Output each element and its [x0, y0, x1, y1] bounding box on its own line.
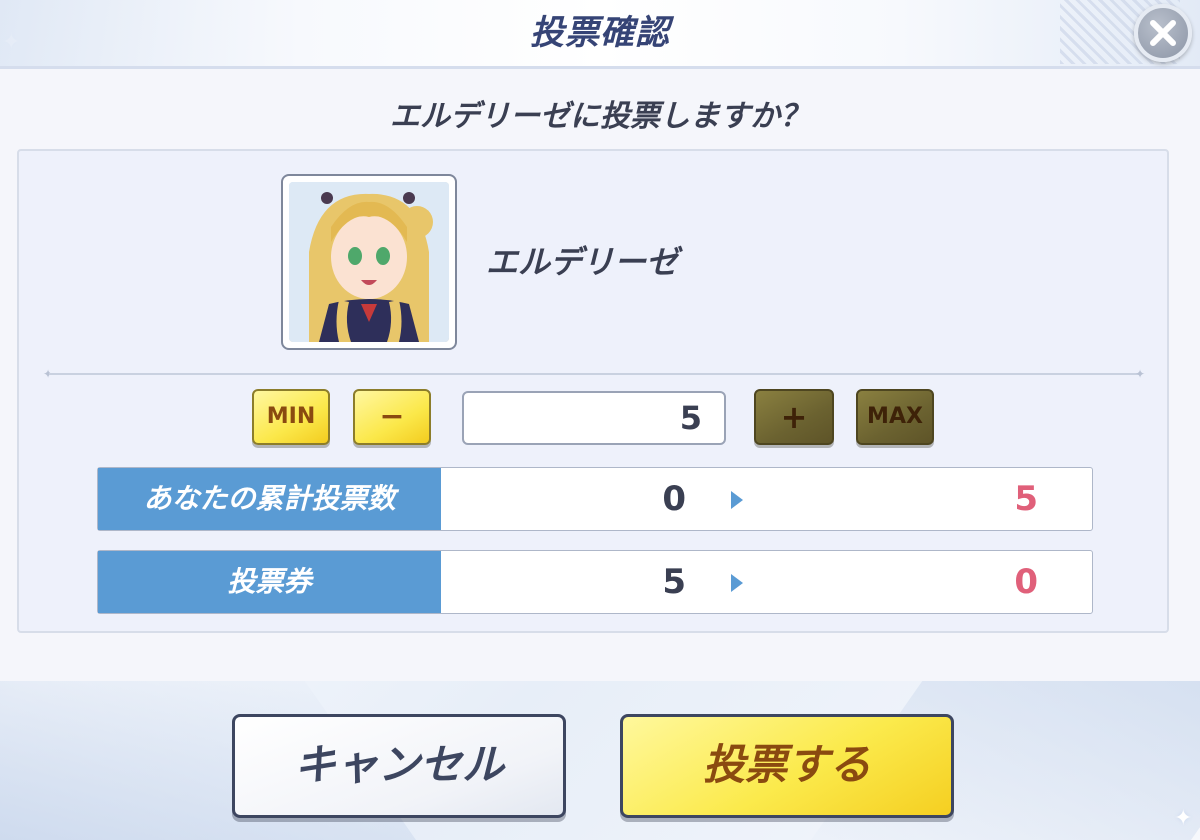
character-image — [289, 182, 449, 342]
dialog-panel: エルデリーゼに投票しますか？ エルデリーゼ ✦ MIN − 5 + MAX あな… — [0, 69, 1200, 681]
vote-confirm-screen: ✦ ✦ 投票確認 エルデリーゼに投票しますか？ — [0, 0, 1200, 840]
divider-ornament: ✦ — [1135, 367, 1146, 381]
vote-tickets-after: 0 — [1014, 562, 1038, 602]
vote-count-input[interactable]: 5 — [462, 391, 726, 445]
total-votes-after: 5 — [1014, 479, 1038, 519]
min-button[interactable]: MIN — [252, 389, 330, 445]
total-votes-label: あなたの累計投票数 — [98, 468, 441, 530]
close-icon — [1150, 20, 1176, 46]
increment-button[interactable]: + — [754, 389, 834, 445]
decrement-button[interactable]: − — [353, 389, 431, 445]
vote-tickets-row: 投票券 5 0 — [97, 550, 1093, 614]
sparkle-icon: ✦ — [1174, 806, 1193, 831]
vote-button[interactable]: 投票する — [620, 714, 954, 818]
dialog-title: 投票確認 — [530, 13, 670, 53]
total-votes-current: 0 — [662, 479, 686, 519]
character-name: エルデリーゼ — [486, 243, 679, 281]
confirm-question: エルデリーゼに投票しますか？ — [390, 99, 810, 134]
vote-tickets-label: 投票券 — [98, 551, 441, 613]
arrow-right-icon — [731, 574, 743, 592]
close-button[interactable] — [1134, 4, 1192, 62]
cancel-button[interactable]: キャンセル — [232, 714, 566, 818]
max-button[interactable]: MAX — [856, 389, 934, 445]
total-votes-row: あなたの累計投票数 0 5 — [97, 467, 1093, 531]
arrow-right-icon — [731, 491, 743, 509]
divider — [49, 373, 1141, 375]
character-portrait — [281, 174, 457, 350]
vote-tickets-current: 5 — [662, 562, 686, 602]
vote-details-box: エルデリーゼ ✦ ✦ MIN − 5 + MAX あなたの累計投票数 0 5 投… — [17, 149, 1169, 633]
